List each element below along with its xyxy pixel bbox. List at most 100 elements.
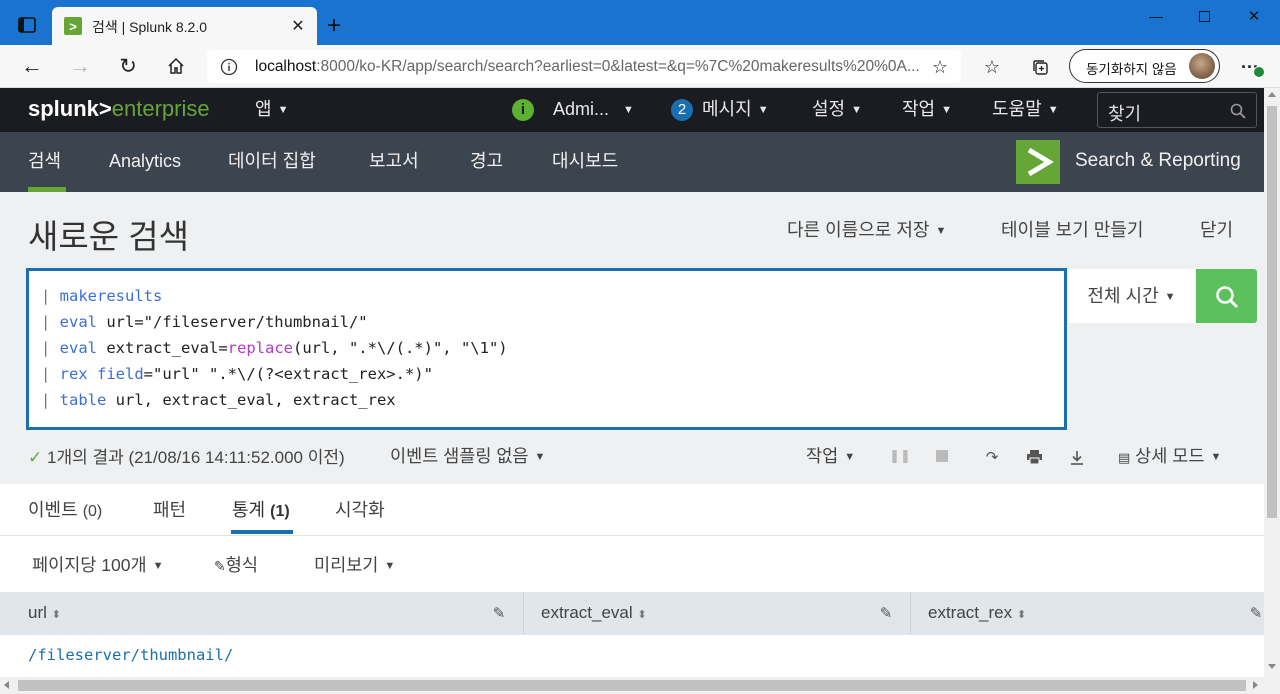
edit-column-icon[interactable]: ✎ xyxy=(1248,604,1264,622)
table-header: url ⬍ ✎ extract_eval ⬍ ✎ extract_rex ⬍ ✎ xyxy=(0,592,1264,635)
vertical-scrollbar[interactable] xyxy=(1264,88,1280,694)
export-icon[interactable] xyxy=(1067,447,1087,467)
scroll-down-arrow[interactable] xyxy=(1268,664,1276,669)
search-mode-menu[interactable]: ▤ 상세 모드 ▼ xyxy=(1118,443,1221,468)
event-sampling-menu[interactable]: 이벤트 샘플링 없음 ▼ xyxy=(390,443,545,468)
window-close-icon[interactable]: ✕ xyxy=(1244,6,1264,26)
back-icon[interactable]: ← xyxy=(20,53,44,78)
update-badge xyxy=(1253,66,1265,78)
sidebar-icon[interactable] xyxy=(14,12,40,38)
splunk-favicon: > xyxy=(64,17,82,35)
close-link[interactable]: 닫기 xyxy=(1200,216,1233,242)
tab-datasets[interactable]: 데이터 집합 xyxy=(228,132,316,192)
sort-icon: ⬍ xyxy=(637,609,647,621)
save-as-menu[interactable]: 다른 이름으로 저장 ▼ xyxy=(787,216,946,242)
pause-icon[interactable]: ❚❚ xyxy=(889,446,911,466)
forward-icon[interactable]: → xyxy=(68,53,92,78)
address-bar[interactable]: localhost:8000/ko-KR/app/search/search?e… xyxy=(207,50,961,83)
edit-column-icon[interactable]: ✎ xyxy=(490,604,508,622)
close-icon[interactable]: ✕ xyxy=(288,16,308,36)
user-menu[interactable]: Admi... ▼ xyxy=(553,88,634,132)
browser-tab-strip: > 검색 | Splunk 8.2.0 ✕ + — ✕ xyxy=(0,0,1280,45)
home-icon[interactable] xyxy=(164,54,188,78)
scroll-up-arrow[interactable] xyxy=(1268,92,1276,97)
create-table-view-link[interactable]: 테이블 보기 만들기 xyxy=(1001,216,1143,242)
app-logo-icon xyxy=(1016,140,1060,184)
messages-menu[interactable]: 메시지 ▼ xyxy=(702,88,769,132)
tab-events[interactable]: 이벤트 (0) xyxy=(28,496,102,522)
mode-icon: ▤ xyxy=(1118,450,1131,465)
share-icon[interactable]: ↷ xyxy=(982,447,1002,467)
sync-label: 동기화하지 않음 xyxy=(1086,62,1177,77)
browser-tab[interactable]: > 검색 | Splunk 8.2.0 ✕ xyxy=(52,7,317,45)
health-status-icon[interactable]: i xyxy=(512,99,534,121)
messages-count-badge: 2 xyxy=(671,99,693,121)
job-menu[interactable]: 작업 ▼ xyxy=(806,443,855,468)
print-icon[interactable] xyxy=(1024,447,1044,467)
avatar xyxy=(1189,53,1215,79)
favorites-icon[interactable]: ☆ xyxy=(980,55,1004,79)
browser-toolbar: ← → ↻ localhost:8000/ko-KR/app/search/se… xyxy=(0,45,1280,88)
scroll-right-arrow[interactable] xyxy=(1253,681,1258,689)
settings-menu[interactable]: 설정 ▼ xyxy=(812,88,862,132)
column-header-extract-rex[interactable]: extract_rex ⬍ xyxy=(928,592,1026,635)
query-line: | makeresults xyxy=(41,287,163,305)
search-button[interactable] xyxy=(1196,269,1257,323)
column-separator xyxy=(910,592,911,635)
help-menu[interactable]: 도움말 ▼ xyxy=(992,88,1059,132)
query-line: | rex field="url" ".*\/(?<extract_rex>.*… xyxy=(41,365,433,383)
time-range-picker[interactable]: 전체 시간 ▼ xyxy=(1068,269,1195,323)
find-placeholder: 찾기 xyxy=(1108,104,1142,124)
per-page-menu[interactable]: 페이지당 100개 ▼ xyxy=(32,552,163,577)
info-icon[interactable] xyxy=(219,57,239,77)
search-query-editor[interactable]: | makeresults | eval url="/fileserver/th… xyxy=(26,268,1067,430)
tab-title: 검색 | Splunk 8.2.0 xyxy=(92,19,208,35)
column-header-extract-eval[interactable]: extract_eval ⬍ xyxy=(541,592,647,635)
column-separator xyxy=(523,592,524,635)
maximize-icon[interactable] xyxy=(1194,6,1214,26)
tab-visualization[interactable]: 시각화 xyxy=(335,496,385,522)
refresh-icon[interactable]: ↻ xyxy=(116,54,140,78)
profile-sync-button[interactable]: 동기화하지 않음 xyxy=(1069,49,1220,83)
column-header-url[interactable]: url ⬍ xyxy=(28,592,61,635)
search-icon xyxy=(1214,284,1240,310)
cell-url[interactable]: /fileserver/thumbnail/ xyxy=(28,646,233,664)
add-favorite-icon[interactable]: ☆ xyxy=(929,56,951,78)
tab-analytics[interactable]: Analytics xyxy=(109,132,181,192)
tab-statistics[interactable]: 통계 (1) xyxy=(232,496,290,522)
app-menu[interactable]: 앱 ▼ xyxy=(255,88,288,132)
scroll-left-arrow[interactable] xyxy=(4,681,9,689)
page-title: 새로운 검색 xyxy=(28,218,189,255)
result-count-text: 1개의 결과 (21/08/16 14:11:52.000 이전) xyxy=(46,448,345,467)
logo-enterprise: enterprise xyxy=(111,96,210,121)
table-options: 페이지당 100개 ▼ ✎형식 미리보기 ▼ xyxy=(0,536,1264,592)
tab-dashboards[interactable]: 대시보드 xyxy=(552,132,618,192)
stop-icon[interactable] xyxy=(932,446,952,466)
tab-reports[interactable]: 보고서 xyxy=(369,132,419,192)
format-menu[interactable]: ✎형식 xyxy=(214,552,258,577)
results-tabs: 이벤트 (0) 패턴 통계 (1) 시각화 xyxy=(0,484,1264,536)
scrollbar-thumb[interactable] xyxy=(18,680,1246,691)
query-line: | eval extract_eval=replace(url, ".*\/(.… xyxy=(41,339,508,357)
pencil-icon: ✎ xyxy=(214,558,226,574)
app-name[interactable]: Search & Reporting xyxy=(1075,132,1241,192)
minimize-icon[interactable]: — xyxy=(1146,6,1166,26)
activity-menu[interactable]: 작업 ▼ xyxy=(902,88,952,132)
collections-icon[interactable] xyxy=(1028,55,1052,79)
check-icon: ✓ xyxy=(28,448,43,467)
preview-menu[interactable]: 미리보기 ▼ xyxy=(314,552,395,577)
app-bar: 검색 Analytics 데이터 집합 보고서 경고 대시보드 Search &… xyxy=(0,132,1264,192)
sort-icon: ⬍ xyxy=(1016,609,1027,621)
sort-icon: ⬍ xyxy=(51,609,61,621)
tab-patterns[interactable]: 패턴 xyxy=(153,496,186,522)
new-tab-icon[interactable]: + xyxy=(322,12,346,39)
find-input[interactable]: 찾기 xyxy=(1097,92,1257,128)
query-line: | eval url="/fileserver/thumbnail/" xyxy=(41,313,368,331)
splunk-logo[interactable]: splunk>enterprise xyxy=(28,96,210,122)
horizontal-scrollbar[interactable] xyxy=(0,677,1264,694)
tab-alerts[interactable]: 경고 xyxy=(470,132,503,192)
edit-column-icon[interactable]: ✎ xyxy=(877,604,895,622)
scrollbar-thumb[interactable] xyxy=(1267,106,1277,518)
tab-search[interactable]: 검색 xyxy=(28,132,61,192)
job-status: ✓ 1개의 결과 (21/08/16 14:11:52.000 이전) xyxy=(28,443,345,468)
